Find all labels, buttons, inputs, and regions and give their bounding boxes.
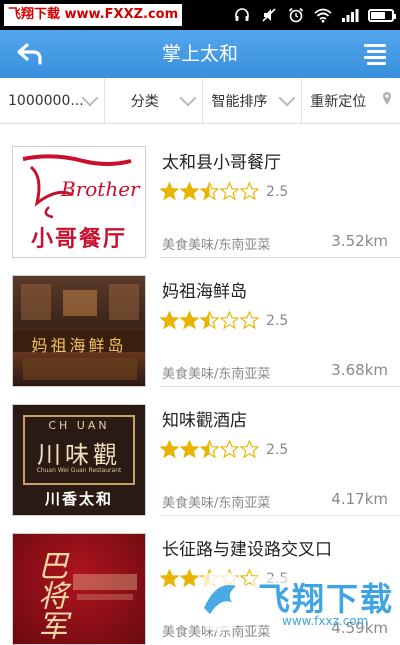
star-icon — [180, 569, 199, 588]
thumb-script-text: Brother — [61, 177, 140, 201]
menu-icon — [364, 43, 386, 47]
rating-value: 2.5 — [266, 441, 289, 458]
thumb-bottom-text: 川香太和 — [44, 490, 113, 508]
headset-icon — [233, 6, 251, 24]
star-icon — [200, 569, 219, 588]
menu-icon-line — [364, 55, 386, 59]
rating-stars: 2.5 — [160, 440, 288, 459]
list-item[interactable]: CH UAN 川味觀 Chuan Wei Guan Restaurant 川香太… — [0, 388, 400, 516]
restaurant-category: 美食美味/东南亚菜 — [162, 496, 271, 511]
thumb-main-text: 川味觀 — [37, 441, 121, 469]
thumb-sub-text: Chuan Wei Guan Restaurant — [36, 467, 122, 474]
thumb-top-text: CH UAN — [48, 419, 110, 432]
star-icon — [220, 440, 239, 459]
filter-label: 1000000... — [8, 92, 84, 109]
menu-button[interactable] — [358, 40, 386, 68]
star-icon — [180, 182, 199, 201]
header-bar: 掌上太和 — [0, 30, 400, 78]
filter-relocate[interactable]: 重新定位 — [302, 78, 400, 123]
alarm-icon — [287, 6, 305, 24]
divider — [160, 386, 400, 387]
restaurant-distance: 3.52km — [331, 232, 388, 250]
restaurant-category: 美食美味/东南亚菜 — [162, 367, 271, 382]
star-icon — [240, 440, 259, 459]
restaurant-distance: 4.17km — [331, 490, 388, 508]
filter-label: 重新定位 — [310, 93, 367, 110]
star-icon — [240, 311, 259, 330]
page-title: 掌上太和 — [161, 43, 238, 65]
star-icon — [160, 569, 179, 588]
list-item[interactable]: 妈祖海鲜岛 妈祖海鲜岛 2.5 美食美味/东南亚菜 3.68km — [0, 259, 400, 387]
star-icon — [180, 311, 199, 330]
star-icon — [220, 569, 239, 588]
menu-icon-line — [367, 49, 386, 53]
back-button[interactable] — [10, 36, 50, 72]
list-item[interactable]: Brother 小哥餐厅 太和县小哥餐厅 2.5 美食美味/东南亚菜 3.52k… — [0, 130, 400, 258]
chevron-down-icon — [81, 89, 99, 106]
restaurant-thumbnail: Brother 小哥餐厅 — [12, 146, 146, 258]
restaurant-thumbnail: 妈祖海鲜岛 — [12, 275, 146, 387]
mute-icon — [260, 6, 278, 24]
filter-sort[interactable]: 智能排序 — [203, 78, 303, 123]
star-icon — [220, 182, 239, 201]
battery-icon — [368, 8, 396, 22]
restaurant-distance: 3.68km — [331, 361, 388, 379]
status-bar: 飞翔下载 www.FXXZ.com — [0, 0, 400, 30]
restaurant-category: 美食美味/东南亚菜 — [162, 238, 271, 253]
star-icon — [220, 311, 239, 330]
rating-stars: 2.5 — [160, 182, 288, 201]
location-pin-icon — [382, 91, 392, 111]
star-icon — [200, 311, 219, 330]
star-icon — [160, 440, 179, 459]
chevron-down-icon — [278, 89, 296, 106]
filter-bar: 1000000... 分类 智能排序 重新定位 — [0, 78, 400, 124]
star-icon — [180, 440, 199, 459]
divider — [160, 257, 400, 258]
star-icon — [160, 182, 179, 201]
rating-stars: 2.5 — [160, 311, 288, 330]
restaurant-name: 太和县小哥餐厅 — [162, 153, 281, 173]
restaurant-thumbnail: 巴将军 — [12, 533, 146, 645]
divider — [160, 515, 400, 516]
restaurant-name: 长征路与建设路交叉口 — [162, 540, 332, 560]
restaurant-thumbnail: CH UAN 川味觀 Chuan Wei Guan Restaurant 川香太… — [12, 404, 146, 516]
restaurant-name: 妈祖海鲜岛 — [162, 282, 247, 302]
rating-value: 2.5 — [266, 183, 289, 200]
filter-label: 分类 — [130, 93, 159, 110]
star-icon — [160, 311, 179, 330]
thumb-main-text: 小哥餐厅 — [30, 227, 127, 252]
rating-stars: 2.5 — [160, 569, 288, 588]
chevron-down-icon — [179, 89, 197, 106]
rating-value: 2.5 — [266, 570, 289, 587]
rating-value: 2.5 — [266, 312, 289, 329]
filter-distance[interactable]: 1000000... — [0, 78, 105, 123]
watermark-text: 飞翔下载 www.FXXZ.com — [4, 4, 183, 26]
filter-category[interactable]: 分类 — [105, 78, 204, 123]
star-icon — [200, 182, 219, 201]
menu-icon-line — [367, 61, 386, 65]
thumb-main-text: 妈祖海鲜岛 — [31, 336, 127, 355]
list-item[interactable]: 巴将军 长征路与建设路交叉口 2.5 美食美味/东南亚菜 4.59km — [0, 517, 400, 645]
signal-icon — [341, 6, 359, 24]
wifi-icon — [314, 6, 332, 24]
star-icon — [240, 569, 259, 588]
status-icons — [233, 6, 396, 24]
restaurant-category: 美食美味/东南亚菜 — [162, 625, 271, 640]
back-arrow-icon — [17, 43, 42, 65]
restaurant-name: 知味觀酒店 — [162, 411, 247, 431]
star-icon — [240, 182, 259, 201]
filter-label: 智能排序 — [211, 93, 268, 110]
restaurant-distance: 4.59km — [331, 619, 388, 637]
star-icon — [200, 440, 219, 459]
